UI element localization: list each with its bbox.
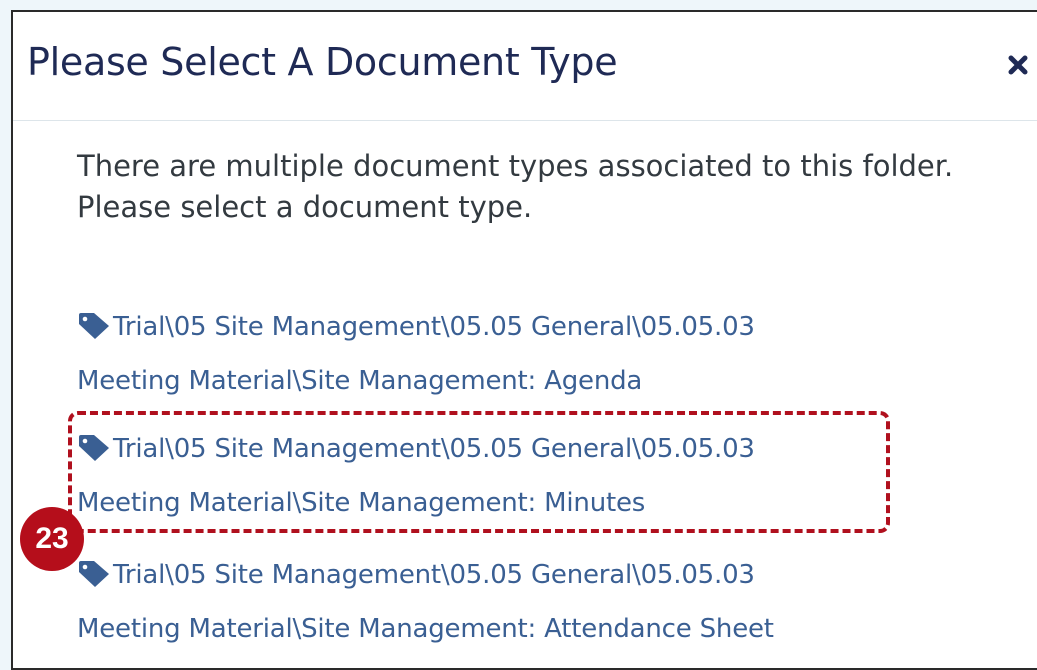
tag-icon [77, 427, 111, 461]
document-type-option-attendance-sheet[interactable]: Trial\05 Site Management\05.05 General\0… [77, 548, 977, 656]
document-type-option-minutes[interactable]: Trial\05 Site Management\05.05 General\0… [77, 422, 977, 530]
dialog-intro-text: There are multiple document types associ… [77, 149, 954, 224]
document-type-name: Meeting Material\Site Management: Minute… [77, 488, 646, 518]
document-type-option-agenda[interactable]: Trial\05 Site Management\05.05 General\0… [77, 300, 977, 408]
dialog-header: Please Select A Document Type [13, 12, 1037, 121]
tag-icon [77, 553, 111, 587]
step-number-badge: 23 [20, 507, 84, 571]
dialog-title: Please Select A Document Type [27, 40, 618, 84]
tag-icon [77, 305, 111, 339]
document-type-name: Meeting Material\Site Management: Attend… [77, 614, 774, 644]
document-type-path: Trial\05 Site Management\05.05 General\0… [113, 434, 755, 464]
close-icon[interactable] [1003, 50, 1033, 80]
document-type-name: Meeting Material\Site Management: Agenda [77, 366, 643, 396]
document-type-path: Trial\05 Site Management\05.05 General\0… [113, 560, 755, 590]
document-type-path: Trial\05 Site Management\05.05 General\0… [113, 312, 755, 342]
